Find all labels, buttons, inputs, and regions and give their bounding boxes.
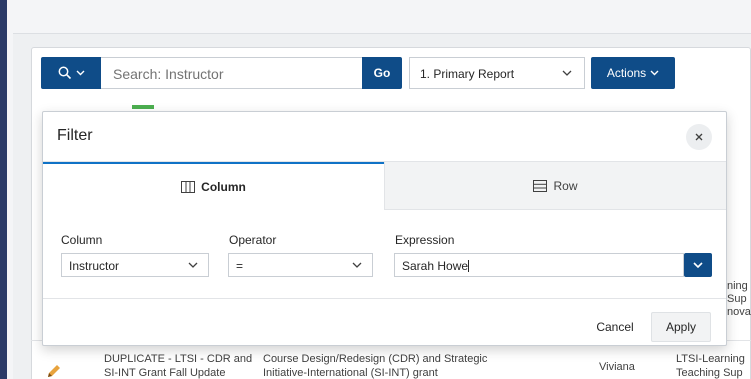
tab-row[interactable]: Row — [384, 162, 726, 210]
column-label: Column — [61, 233, 103, 247]
column-select-value: Instructor — [69, 259, 120, 273]
chevron-down-icon — [76, 70, 84, 76]
cell-fragment: nova — [727, 306, 751, 318]
divider — [43, 298, 726, 299]
left-nav-strip — [0, 0, 7, 379]
search-input[interactable]: Search: Instructor — [101, 57, 363, 89]
expression-label: Expression — [395, 233, 455, 247]
chevron-down-icon — [188, 258, 198, 272]
row-group: Teaching Sup — [676, 367, 743, 379]
tab-label: Column — [201, 180, 246, 194]
close-button[interactable] — [686, 124, 712, 150]
chevron-down-icon — [693, 261, 703, 268]
row-description: Course Design/Redesign (CDR) and Strateg… — [263, 353, 488, 365]
row-group: LTSI-Learning — [676, 353, 745, 365]
chevron-down-icon — [650, 70, 659, 76]
nav-gutter — [7, 0, 13, 379]
row-description: Initiative-International (SI-INT) grant — [263, 367, 438, 379]
operator-select[interactable]: = — [228, 253, 373, 277]
tab-label: Row — [553, 178, 578, 193]
cell-fragment: ning — [727, 280, 748, 292]
close-icon — [695, 133, 703, 141]
dialog-title: Filter — [57, 127, 93, 144]
operator-select-value: = — [236, 259, 244, 273]
page-header — [13, 0, 751, 34]
report-select-value: 1. Primary Report — [420, 67, 515, 81]
chevron-down-icon — [562, 66, 572, 80]
cell-fragment: Sup — [727, 293, 747, 305]
actions-button[interactable]: Actions — [591, 57, 675, 89]
expression-lov-button[interactable] — [684, 253, 712, 277]
chevron-down-icon — [352, 258, 362, 272]
control-break-indicator — [132, 105, 154, 109]
filter-dialog: Filter Column Row Column Instructor Oper… — [42, 111, 727, 346]
column-select[interactable]: Instructor — [61, 253, 209, 277]
edit-pencil-icon[interactable] — [46, 364, 62, 378]
tab-column[interactable]: Column — [43, 162, 384, 210]
cancel-button[interactable]: Cancel — [589, 316, 641, 338]
expression-value: Sarah Howe — [402, 259, 469, 273]
row-title: DUPLICATE - LTSI - CDR and — [104, 353, 253, 365]
row-title: SI-INT Grant Fall Update — [104, 367, 226, 379]
actions-label: Actions — [606, 66, 647, 80]
expression-input[interactable]: Sarah Howe — [394, 253, 684, 277]
columns-icon — [181, 181, 196, 193]
report-select[interactable]: 1. Primary Report — [409, 57, 585, 89]
rows-icon — [533, 179, 548, 192]
row-instructor: Viviana — [599, 361, 635, 373]
search-icon — [58, 66, 71, 80]
operator-label: Operator — [229, 233, 277, 247]
text-cursor — [468, 260, 470, 272]
search-column-button[interactable] — [41, 57, 101, 89]
go-button[interactable]: Go — [362, 57, 402, 89]
apply-button[interactable]: Apply — [651, 312, 711, 342]
